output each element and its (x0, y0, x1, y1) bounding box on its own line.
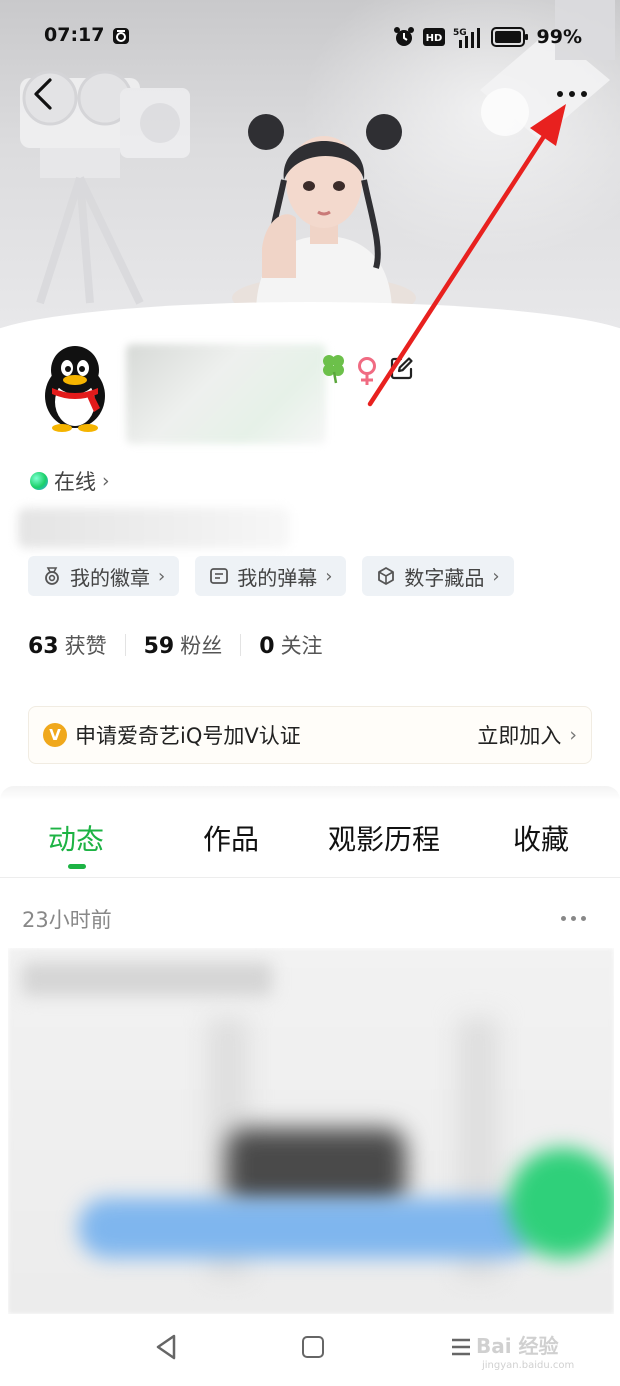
chip-label: 我的徽章 (70, 565, 150, 590)
tab-favorites[interactable]: 收藏 (513, 818, 569, 858)
vip-verification-card[interactable]: V 申请爱奇艺iQ号加V认证 立即加入 › (28, 706, 592, 764)
divider (240, 634, 242, 656)
online-status-label: 在线 (54, 470, 96, 494)
chevron-right-icon: › (102, 470, 110, 492)
stat-following[interactable]: 0 关注 (259, 630, 322, 660)
blurred-title (22, 962, 272, 996)
blurred-shape (78, 1198, 538, 1258)
username-blurred (126, 344, 326, 444)
profile-stats: 63 获赞 59 粉丝 0 关注 (28, 630, 323, 660)
stat-label: 获赞 (64, 634, 107, 658)
tab-feed[interactable]: 动态 (48, 818, 104, 858)
my-danmaku-button[interactable]: 我的弹幕 › (195, 556, 347, 596)
divider (124, 634, 126, 656)
nav-menu-lines-icon[interactable] (450, 1336, 472, 1358)
cube-icon (378, 567, 395, 585)
stat-label: 粉丝 (180, 634, 223, 658)
tab-works[interactable]: 作品 (203, 818, 259, 858)
more-dot-icon (560, 915, 566, 921)
section-divider (0, 786, 620, 800)
join-now-link[interactable]: 立即加入 (477, 720, 561, 750)
tab-viewing-history[interactable]: 观影历程 (328, 818, 440, 858)
battery-percent: 99% (536, 26, 582, 48)
network-type-label: 5G (453, 28, 467, 38)
online-dot-icon (30, 472, 48, 490)
danmaku-icon (210, 568, 229, 584)
battery-icon (490, 27, 528, 47)
back-arrow-icon[interactable] (26, 74, 60, 114)
hd-label: HD (425, 33, 442, 44)
more-dot-icon (557, 91, 563, 97)
qq-penguin-avatar[interactable] (34, 342, 116, 432)
content-tabs: 动态 作品 观影历程 收藏 (0, 808, 620, 876)
active-tab-indicator (68, 864, 86, 869)
clover-level-icon (323, 355, 344, 384)
baidu-jingyan-watermark: Bai 经验 (476, 1334, 559, 1358)
more-dot-icon (581, 91, 587, 97)
profile-chips: 我的徽章 › 我的弹幕 › 数字藏品 › (28, 556, 514, 596)
chevron-right-icon: › (492, 565, 500, 587)
post-more-button[interactable] (554, 910, 592, 926)
virtual-avatar-girl-illustration (232, 114, 416, 314)
hd-icon: HD (422, 28, 445, 46)
online-status[interactable]: 在线 › (30, 466, 110, 496)
bio-blurred (18, 508, 290, 548)
stat-label: 关注 (280, 634, 323, 658)
nav-back-triangle-icon[interactable] (152, 1332, 180, 1362)
watermark-url: jingyan.baidu.com (482, 1360, 575, 1371)
more-dot-icon (569, 91, 575, 97)
chevron-right-icon: › (158, 565, 166, 587)
female-gender-icon (358, 357, 376, 385)
digital-collectibles-button[interactable]: 数字藏品 › (362, 556, 514, 596)
chip-label: 数字藏品 (404, 565, 485, 590)
edit-profile-icon[interactable] (390, 356, 414, 380)
stat-likes[interactable]: 63 获赞 (28, 630, 107, 660)
stat-followers[interactable]: 59 粉丝 (144, 630, 223, 660)
app-notification-icon (113, 28, 129, 44)
chevron-right-icon: › (325, 565, 333, 587)
status-time: 07:17 (44, 24, 105, 46)
more-dot-icon (580, 915, 586, 921)
blurred-shape (508, 1148, 614, 1258)
stat-number: 63 (28, 634, 59, 659)
my-badges-button[interactable]: 我的徽章 › (28, 556, 180, 596)
status-icons: HD 5G 99% (393, 25, 582, 49)
alarm-icon (393, 27, 414, 46)
v-badge-icon: V (43, 723, 67, 747)
studio-lamp-illustration (480, 0, 615, 140)
more-options-button[interactable] (548, 80, 596, 108)
tabs-divider (0, 877, 620, 878)
vip-card-text: 申请爱奇艺iQ号加V认证 (75, 724, 301, 748)
more-dot-icon (570, 915, 576, 921)
stat-number: 0 (259, 634, 275, 659)
stat-number: 59 (143, 634, 175, 659)
signal-5g-icon: 5G (453, 28, 480, 48)
post-content-blurred[interactable] (8, 948, 614, 1314)
blurred-shape (226, 1128, 406, 1208)
badge-icon (45, 567, 59, 585)
nav-home-square-icon[interactable] (302, 1336, 324, 1358)
chip-label: 我的弹幕 (237, 565, 318, 590)
chevron-right-icon: › (569, 724, 577, 746)
post-timestamp: 23小时前 (22, 908, 112, 932)
profile-banner (0, 0, 620, 330)
